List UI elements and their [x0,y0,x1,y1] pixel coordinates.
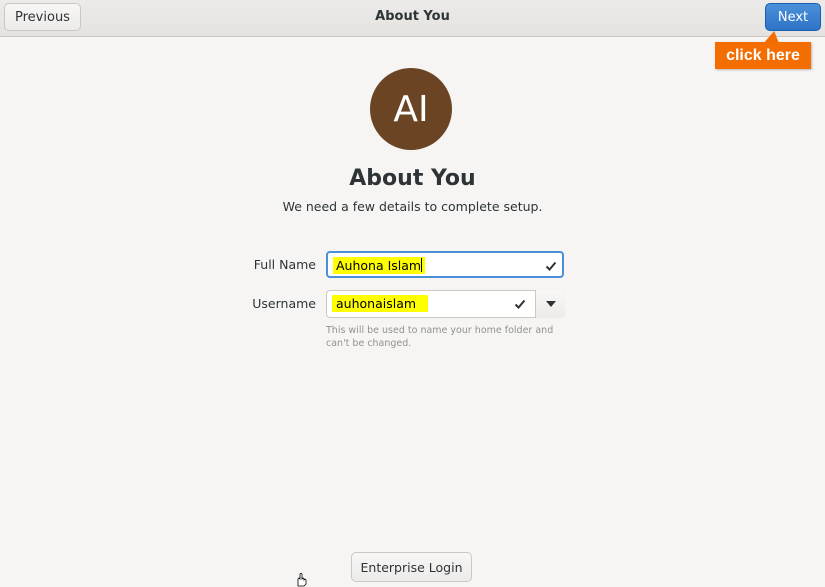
full-name-field[interactable]: Auhona Islam [326,251,564,278]
click-here-callout: click here [715,42,811,69]
hand-cursor-icon [297,573,307,587]
window-title: About You [375,9,450,24]
text-cursor [421,258,423,272]
full-name-value: Auhona Islam [336,258,422,273]
username-combo[interactable]: auhonaislam [326,290,565,318]
full-name-value-wrapper: Auhona Islam [333,257,426,274]
header-bar: Previous About You Next [0,0,825,37]
username-value: auhonaislam [332,295,429,312]
username-label: Username [252,296,316,311]
next-button[interactable]: Next [765,3,821,31]
full-name-label: Full Name [253,257,316,272]
username-hint: This will be used to name your home fold… [326,325,554,349]
avatar[interactable]: AI [370,68,452,150]
page-title: About You [349,166,476,191]
enterprise-login-button[interactable]: Enterprise Login [351,552,472,582]
username-dropdown-button[interactable] [535,290,565,318]
check-icon [545,261,557,271]
page-subtitle: We need a few details to complete setup. [282,199,543,214]
chevron-down-icon [545,301,556,307]
check-icon [514,299,526,309]
